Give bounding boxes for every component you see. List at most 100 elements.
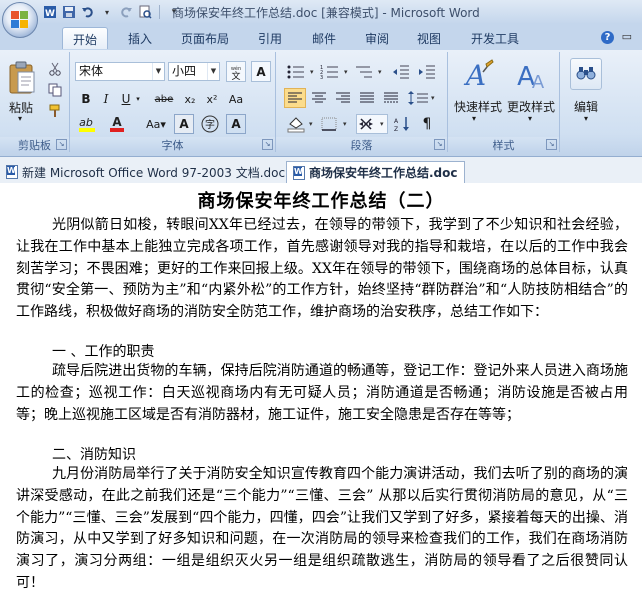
line-spacing-icon[interactable]: ▾ [406, 88, 438, 108]
clipboard-group: 粘贴 ▾ 剪贴板 ↘ [0, 52, 70, 152]
svg-text:Z: Z [394, 126, 398, 132]
doc-tab-label: 新建 Microsoft Office Word 97-2003 文档.doc [22, 165, 286, 180]
tab-home[interactable]: 开始 [62, 27, 109, 49]
styles-group: A 快速样式 ▾ AA 更改样式 ▾ 样式 ↘ [448, 52, 560, 152]
enclose-characters-icon[interactable]: 字 [200, 114, 220, 134]
format-painter-icon[interactable] [46, 102, 64, 120]
strikethrough-icon[interactable]: abe [150, 90, 178, 108]
font-size-value: 小四 [172, 64, 197, 78]
highlight-icon[interactable]: ab [76, 114, 98, 134]
tab-review[interactable]: 审阅 [365, 30, 389, 47]
font-group: 宋体 ▼ 小四 ▼ wén 文 A B I U ▾ abe x₂ x² Aa ab… [70, 52, 276, 152]
svg-text:▾: ▾ [378, 68, 382, 76]
clear-formatting-icon[interactable]: A [251, 61, 271, 82]
subscript-icon[interactable]: x₂ [180, 90, 200, 108]
copy-icon[interactable] [46, 81, 64, 99]
cut-icon[interactable] [46, 60, 64, 78]
svg-text:A: A [394, 118, 399, 125]
bullets-icon[interactable]: ▾ [284, 62, 316, 82]
document-paragraph: 疏导后院进出货物的车辆，保持后院消防通道的畅通等，登记工作：登记外来人员进入商场… [16, 363, 628, 423]
font-launcher-icon[interactable]: ↘ [262, 139, 273, 150]
shading-icon[interactable]: ▾ [284, 114, 316, 134]
svg-text:3: 3 [320, 75, 323, 80]
font-name-value: 宋体 [79, 64, 104, 78]
change-styles-label: 更改样式 [507, 100, 556, 114]
multilevel-list-icon[interactable]: ▾ [352, 62, 384, 82]
tab-insert[interactable]: 插入 [128, 30, 152, 47]
paste-button[interactable] [4, 56, 40, 100]
tab-page-layout[interactable]: 页面布局 [181, 30, 229, 47]
word-icon[interactable]: W [42, 4, 58, 20]
word-document-icon [293, 165, 305, 180]
doc-tab-new-document[interactable]: 新建 Microsoft Office Word 97-2003 文档.doc [0, 161, 291, 183]
svg-text:ab: ab [79, 116, 93, 129]
change-case-icon[interactable]: Aa [226, 90, 246, 108]
justify-icon[interactable] [356, 88, 378, 108]
chevron-down-icon[interactable]: ▾ [134, 90, 142, 108]
help-icon[interactable]: ? [601, 31, 614, 44]
tab-view[interactable]: 视图 [417, 30, 441, 47]
borders-icon[interactable]: ▾ [318, 114, 350, 134]
word-document-icon [6, 165, 18, 179]
save-icon[interactable] [61, 4, 77, 20]
svg-text:▾: ▾ [343, 120, 347, 128]
svg-text:▾: ▾ [344, 68, 348, 76]
tab-references[interactable]: 引用 [258, 30, 282, 47]
chinese-layout-icon[interactable]: ▾ [356, 114, 388, 134]
decrease-indent-icon[interactable] [390, 62, 412, 82]
doc-tab-active[interactable]: 商场保安年终工作总结.doc [286, 161, 465, 183]
font-size-combo[interactable]: 小四 ▼ [168, 62, 220, 81]
office-button[interactable] [2, 2, 38, 38]
change-case-icon[interactable]: Aa▾ [142, 114, 170, 134]
font-name-combo[interactable]: 宋体 ▼ [75, 62, 165, 81]
svg-text:W: W [45, 9, 55, 19]
title-bar: W ▾ ▾ 商场保安年终工作总结.doc [兼容模式] - Microsoft … [0, 0, 642, 25]
ribbon-tabs: 开始 插入 页面布局 引用 邮件 审阅 视图 开发工具 ? ▭ [0, 24, 642, 50]
font-group-label: 字体 [70, 137, 275, 152]
distributed-icon[interactable] [380, 88, 402, 108]
undo-icon[interactable] [80, 4, 96, 20]
svg-text:▾: ▾ [380, 120, 384, 128]
superscript-icon[interactable]: x² [202, 90, 222, 108]
underline-icon[interactable]: U [117, 90, 135, 108]
quick-styles-icon[interactable]: A [458, 56, 498, 96]
svg-text:▾: ▾ [309, 120, 313, 128]
font-color-icon[interactable]: A [106, 114, 128, 134]
document-page[interactable]: 商场保安年终工作总结（二） 光阴似箭日如梭，转眼间XX年已经过去，在领导的带领下… [0, 183, 642, 591]
redo-icon[interactable] [118, 4, 134, 20]
character-shading-icon[interactable]: A [174, 114, 194, 134]
chevron-down-icon: ▼ [152, 63, 164, 80]
find-icon[interactable] [570, 58, 602, 90]
sort-icon[interactable]: AZ [392, 114, 414, 134]
document-paragraph: 光阴似箭日如梭，转眼间XX年已经过去，在领导的带领下，我学到了不少知识和社会经验… [16, 217, 628, 321]
svg-text:字: 字 [205, 118, 215, 131]
svg-text:wén: wén [231, 65, 241, 72]
paste-icon [9, 61, 35, 94]
change-styles-icon[interactable]: AA [510, 56, 550, 96]
character-border-icon[interactable]: A [226, 114, 246, 134]
print-preview-icon[interactable] [137, 4, 153, 20]
align-center-icon[interactable] [308, 88, 330, 108]
tab-developer[interactable]: 开发工具 [471, 30, 519, 47]
clipboard-launcher-icon[interactable]: ↘ [56, 139, 67, 150]
increase-indent-icon[interactable] [416, 62, 438, 82]
numbering-icon[interactable]: 1 2 3 ▾ [318, 62, 350, 82]
office-logo-icon [11, 11, 28, 28]
styles-group-label: 样式 [448, 137, 559, 152]
editing-group: 编辑 ▾ [560, 52, 612, 152]
svg-text:▾: ▾ [310, 68, 314, 76]
tab-mailings[interactable]: 邮件 [312, 30, 336, 47]
edit-label: 编辑 [574, 100, 599, 114]
paragraph-launcher-icon[interactable]: ↘ [434, 139, 445, 150]
align-right-icon[interactable] [332, 88, 354, 108]
styles-launcher-icon[interactable]: ↘ [546, 139, 557, 150]
italic-icon[interactable]: I [97, 90, 115, 108]
chevron-down-icon: ▼ [207, 63, 219, 80]
ribbon: 粘贴 ▾ 剪贴板 ↘ 宋体 ▼ 小四 ▼ wén文 A B I U ▾ abe [0, 50, 642, 157]
svg-text:文: 文 [231, 70, 240, 80]
phonetic-guide-icon[interactable]: wén 文 [226, 61, 246, 82]
bold-icon[interactable]: B [77, 90, 95, 108]
show-marks-icon[interactable]: ¶ [416, 114, 438, 134]
ribbon-minimize-icon[interactable]: ▭ [622, 30, 632, 43]
align-left-icon[interactable] [284, 88, 306, 108]
